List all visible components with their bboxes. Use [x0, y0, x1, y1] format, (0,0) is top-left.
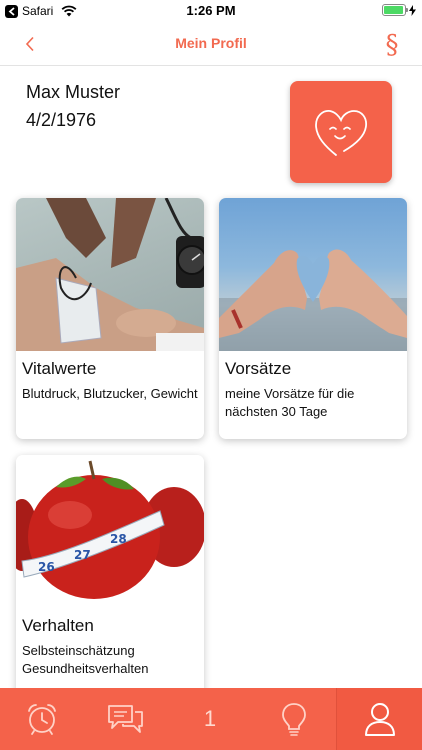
- card-subtitle: Blutdruck, Blutzucker, Gewicht: [22, 386, 198, 401]
- card-title: Vorsätze: [225, 359, 292, 378]
- chat-bubbles-icon: [108, 705, 143, 733]
- lightbulb-icon: [282, 703, 306, 736]
- legal-button[interactable]: §: [380, 30, 404, 60]
- tab-profile[interactable]: [336, 688, 422, 750]
- svg-text:28: 28: [110, 532, 127, 546]
- tab-count-label: 1: [203, 706, 217, 731]
- status-bar-right: [382, 4, 416, 16]
- tab-count[interactable]: 1: [168, 688, 252, 750]
- svg-text:26: 26: [38, 560, 55, 574]
- battery-level: [384, 6, 403, 14]
- battery-icon: [382, 4, 408, 16]
- navigation-bar: Mein Profil §: [0, 22, 422, 66]
- tab-chat[interactable]: [84, 688, 168, 750]
- charging-bolt-icon: [409, 4, 416, 16]
- svg-text:27: 27: [74, 548, 91, 562]
- tab-bar: 1: [0, 688, 422, 750]
- status-bar: Safari 1:26 PM: [0, 0, 422, 22]
- smiling-heart-icon: [315, 110, 367, 156]
- profile-name: Max Muster: [26, 82, 121, 102]
- alarm-clock-icon: [28, 704, 56, 735]
- person-icon: [364, 703, 395, 736]
- card-title: Vitalwerte: [22, 359, 97, 378]
- tab-tip[interactable]: [252, 688, 336, 750]
- apple-measuring-tape-photo: 26 27 28: [16, 455, 204, 608]
- profile-avatar[interactable]: [290, 81, 392, 183]
- card-title: Verhalten: [22, 616, 94, 635]
- status-time: 1:26 PM: [186, 3, 236, 18]
- card-subtitle: Selbsteinschätzung Gesundheitsverhalten: [22, 643, 149, 676]
- card-subtitle: meine Vorsätze für die nächsten 30 Tage: [225, 386, 355, 419]
- tab-alarm[interactable]: [0, 688, 84, 750]
- heart-hands-photo: [219, 198, 407, 351]
- blood-pressure-measurement-photo: [16, 198, 204, 351]
- page-title: Mein Profil: [175, 35, 247, 51]
- card-verhalten[interactable]: 26 27 28 Verhalten Selbsteinschätzung Ge…: [16, 455, 204, 695]
- section-sign-icon: §: [385, 30, 399, 60]
- card-vitalwerte[interactable]: Vitalwerte Blutdruck, Blutzucker, Gewich…: [16, 198, 204, 439]
- profile-date-of-birth: 4/2/1976: [26, 110, 97, 130]
- card-vorsaetze[interactable]: Vorsätze meine Vorsätze für die nächsten…: [219, 198, 407, 439]
